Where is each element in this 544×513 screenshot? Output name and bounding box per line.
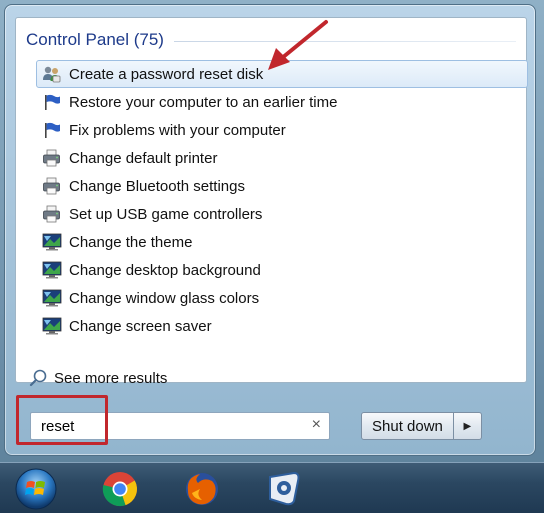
display-icon [41, 232, 63, 252]
result-item-fix-problems[interactable]: Fix problems with your computer [36, 116, 528, 144]
search-input[interactable] [31, 414, 291, 438]
app-icon[interactable] [262, 467, 306, 511]
section-title[interactable]: Control Panel (75) [26, 30, 164, 50]
result-item-label: Restore your computer to an earlier time [69, 93, 338, 111]
shutdown-group: Shut down ▶ [361, 412, 482, 440]
shutdown-button[interactable]: Shut down [361, 412, 454, 440]
shutdown-options-arrow-icon[interactable]: ▶ [453, 412, 482, 440]
search-box[interactable]: × [30, 412, 330, 440]
screen: Control Panel (75) Create a password res… [0, 0, 544, 513]
result-item-label: Fix problems with your computer [69, 121, 286, 139]
result-item-change-desktop-background[interactable]: Change desktop background [36, 256, 528, 284]
result-item-change-window-glass-colors[interactable]: Change window glass colors [36, 284, 528, 312]
result-item-change-default-printer[interactable]: Change default printer [36, 144, 528, 172]
result-item-label: Change Bluetooth settings [69, 177, 245, 195]
firefox-icon[interactable] [180, 467, 224, 511]
search-results-pane: Control Panel (75) Create a password res… [15, 17, 528, 387]
flag-icon [41, 92, 63, 112]
display-icon [41, 316, 63, 336]
section-header[interactable]: Control Panel (75) [26, 27, 516, 53]
see-more-results-link[interactable]: See more results [28, 368, 167, 388]
result-item-label: Change screen saver [69, 317, 212, 335]
start-orb-icon[interactable] [14, 467, 58, 511]
display-icon [41, 260, 63, 280]
clear-search-icon[interactable]: × [312, 416, 321, 434]
section-divider [173, 40, 516, 42]
result-item-label: Create a password reset disk [69, 65, 264, 83]
taskbar [0, 462, 544, 513]
printer-icon [41, 148, 63, 168]
result-item-change-theme[interactable]: Change the theme [36, 228, 528, 256]
result-list: Create a password reset disk Restore you… [36, 60, 528, 340]
result-item-label: Change window glass colors [69, 289, 260, 307]
result-item-create-password-reset-disk[interactable]: Create a password reset disk [36, 60, 528, 88]
users-icon [41, 64, 63, 84]
magnifier-icon [28, 368, 50, 388]
display-icon [41, 288, 63, 308]
result-item-label: Change desktop background [69, 261, 261, 279]
result-item-change-bluetooth[interactable]: Change Bluetooth settings [36, 172, 528, 200]
result-item-label: Change default printer [69, 149, 218, 167]
result-item-restore-computer[interactable]: Restore your computer to an earlier time [36, 88, 528, 116]
printer-icon [41, 204, 63, 224]
start-menu: Control Panel (75) Create a password res… [4, 4, 536, 456]
see-more-label: See more results [54, 369, 168, 387]
flag-icon [41, 120, 63, 140]
result-item-change-screen-saver[interactable]: Change screen saver [36, 312, 528, 340]
result-item-label: Change the theme [69, 233, 193, 251]
chrome-icon[interactable] [98, 467, 142, 511]
result-item-label: Set up USB game controllers [69, 205, 263, 223]
result-item-usb-game-controllers[interactable]: Set up USB game controllers [36, 200, 528, 228]
printer-icon [41, 176, 63, 196]
